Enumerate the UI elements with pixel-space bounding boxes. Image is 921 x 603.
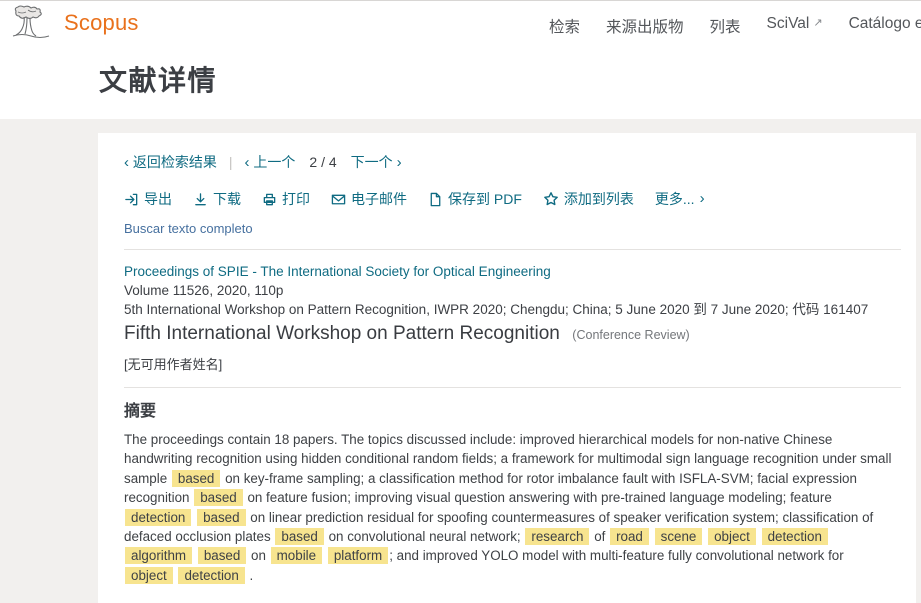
highlighted-term: mobile	[271, 547, 322, 564]
highlighted-term: algorithm	[125, 547, 192, 564]
highlighted-term: object	[708, 528, 756, 545]
tool-label: 更多...	[655, 189, 695, 209]
abstract-segment: on feature fusion; improving visual ques…	[244, 490, 832, 505]
highlighted-term: platform	[328, 547, 388, 564]
export-button[interactable]: 导出	[124, 189, 172, 209]
abstract-text: The proceedings contain 18 papers. The t…	[124, 430, 896, 585]
conference-line: 5th International Workshop on Pattern Re…	[124, 300, 901, 319]
authors-note: [无可用作者姓名]	[124, 354, 901, 373]
tool-label: 打印	[282, 189, 310, 209]
chevron-left-icon: ‹	[245, 154, 250, 171]
document-toolbar: 导出 下载 打印 电子邮件 保存到 PDF 添加到列表 更多... ›	[124, 188, 901, 210]
abstract-segment: on convolutional neural network;	[325, 529, 525, 544]
back-to-results-label: 返回检索结果	[133, 154, 217, 170]
download-button[interactable]: 下载	[193, 189, 241, 209]
highlighted-term: detection	[178, 567, 244, 584]
document-title-row: Fifth International Workshop on Pattern …	[124, 323, 901, 345]
abstract-segment	[650, 529, 654, 544]
chevron-right-icon: ›	[700, 190, 705, 207]
abstract-segment	[174, 568, 178, 583]
source-title-link[interactable]: Proceedings of SPIE - The International …	[124, 262, 901, 281]
back-to-results-link[interactable]: ‹ 返回检索结果	[124, 152, 217, 172]
next-document-link[interactable]: 下一个 ›	[351, 152, 402, 172]
abstract-segment	[703, 529, 707, 544]
nav-item-lists[interactable]: 列表	[710, 15, 741, 37]
highlighted-term: detection	[762, 528, 828, 545]
print-icon	[262, 192, 277, 207]
tool-label: 保存到 PDF	[448, 189, 522, 209]
highlighted-term: based	[197, 509, 245, 526]
email-button[interactable]: 电子邮件	[331, 189, 407, 209]
print-button[interactable]: 打印	[262, 189, 310, 209]
previous-document-link[interactable]: ‹ 上一个	[245, 152, 296, 172]
source-info: Proceedings of SPIE - The International …	[124, 262, 901, 319]
nav-item-label: SciVal	[767, 15, 810, 32]
nav-item-label: Catálogo en línea	[849, 15, 921, 32]
document-title: Fifth International Workshop on Pattern …	[124, 323, 560, 344]
nav-item-label: 列表	[710, 19, 741, 36]
highlighted-term: detection	[125, 509, 191, 526]
abstract-segment	[193, 548, 197, 563]
external-link-icon: ↗	[813, 17, 822, 29]
nav-item-scival[interactable]: SciVal↗	[767, 15, 823, 37]
abstract-segment: ; and improved YOLO model with multi-fea…	[389, 548, 844, 563]
download-icon	[193, 192, 208, 207]
highlighted-term: road	[610, 528, 649, 545]
save-pdf-button[interactable]: 保存到 PDF	[428, 189, 522, 209]
chevron-right-icon: ›	[397, 154, 402, 171]
star-button[interactable]: 添加到列表	[543, 189, 634, 209]
highlighted-term: based	[198, 547, 246, 564]
abstract-segment	[757, 529, 761, 544]
nav-item-sources[interactable]: 来源出版物	[606, 15, 684, 37]
header-nav: 检索 来源出版物 列表 SciVal↗ Catálogo en línea	[549, 15, 921, 37]
volume-line: Volume 11526, 2020, 110p	[124, 281, 901, 300]
highlighted-term: based	[172, 470, 220, 487]
nav-item-catalog[interactable]: Catálogo en línea	[849, 15, 921, 37]
nav-item-label: 检索	[549, 19, 580, 36]
abstract-segment: on	[247, 548, 269, 563]
highlighted-term: object	[125, 567, 173, 584]
elsevier-tree-logo[interactable]	[10, 5, 52, 46]
app-header: Scopus 检索 来源出版物 列表 SciVal↗ Catálogo en línea…	[0, 0, 921, 119]
nav-item-label: 来源出版物	[606, 19, 684, 36]
tool-label: 导出	[144, 189, 172, 209]
highlighted-term: scene	[655, 528, 703, 545]
document-detail-card: ‹ 返回检索结果 | ‹ 上一个 2 / 4 下一个 › 导出 下载 打印 电子邮件 保…	[98, 133, 916, 603]
previous-label: 上一个	[253, 154, 295, 170]
star-icon	[543, 191, 559, 207]
tool-label: 电子邮件	[351, 189, 407, 209]
results-nav: ‹ 返回检索结果 | ‹ 上一个 2 / 4 下一个 ›	[124, 153, 901, 171]
email-icon	[331, 192, 346, 207]
divider	[124, 249, 901, 250]
separator: |	[229, 154, 233, 170]
save-pdf-icon	[428, 192, 443, 207]
nav-item-search[interactable]: 检索	[549, 15, 580, 37]
highlighted-term: based	[275, 528, 323, 545]
export-icon	[124, 192, 139, 207]
abstract-segment: .	[246, 568, 253, 583]
highlighted-term: based	[194, 489, 242, 506]
more-button[interactable]: 更多... ›	[655, 189, 705, 209]
tool-label: 添加到列表	[564, 189, 634, 209]
document-type-badge: (Conference Review)	[572, 328, 689, 342]
result-position: 2 / 4	[309, 154, 336, 170]
abstract-segment	[323, 548, 327, 563]
next-label: 下一个	[351, 154, 393, 170]
chevron-left-icon: ‹	[124, 154, 129, 171]
scopus-wordmark[interactable]: Scopus	[64, 10, 139, 36]
divider	[124, 387, 901, 388]
tool-label: 下载	[213, 189, 241, 209]
page-title: 文献详情	[99, 61, 217, 101]
abstract-segment: of	[590, 529, 609, 544]
abstract-heading: 摘要	[124, 397, 901, 421]
abstract-segment	[192, 510, 196, 525]
highlighted-term: research	[525, 528, 589, 545]
full-text-link[interactable]: Buscar texto completo	[124, 221, 901, 236]
